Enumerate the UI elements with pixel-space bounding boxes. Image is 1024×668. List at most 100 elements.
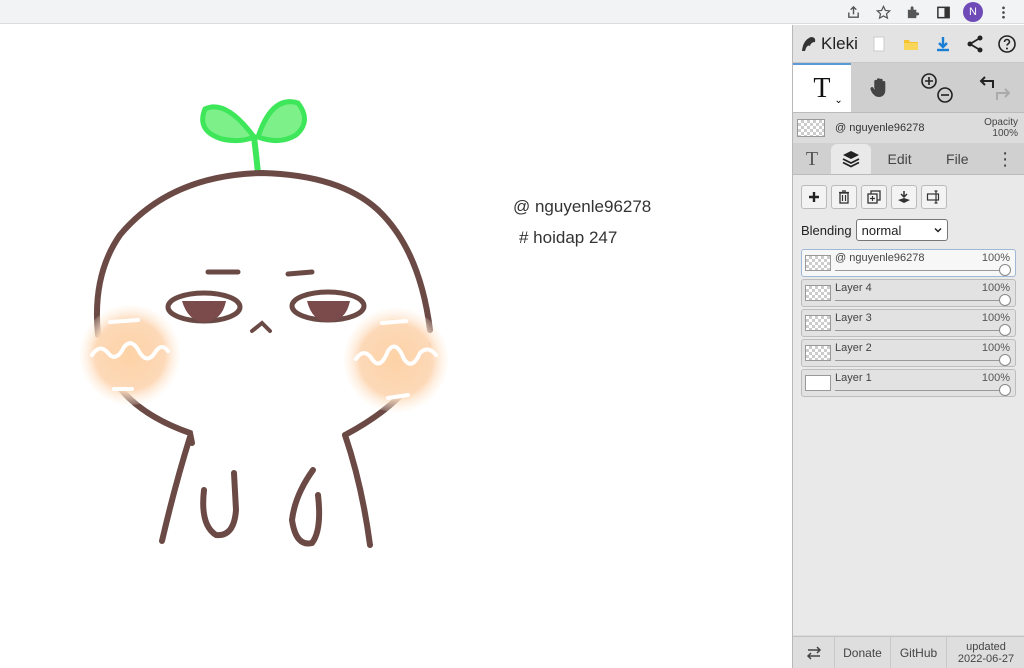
layer-opacity-track[interactable] xyxy=(835,300,1009,301)
zoom-icons xyxy=(921,72,954,103)
plus-icon xyxy=(809,192,819,202)
layer-name: Layer 2 xyxy=(835,342,872,354)
side-panel-icon[interactable] xyxy=(928,0,958,24)
blending-select[interactable]: normal xyxy=(855,219,948,241)
layer-item[interactable]: @ nguyenle96278 100% xyxy=(801,249,1016,277)
layer-thumbnail xyxy=(805,285,831,301)
tab-file[interactable]: File xyxy=(928,144,986,174)
download-button[interactable] xyxy=(927,25,959,63)
layer-opacity-track[interactable] xyxy=(835,330,1009,331)
layer-name: Layer 1 xyxy=(835,372,872,384)
panel-tabs: T Edit File ⋮ xyxy=(793,143,1024,175)
layer-opacity-value: 100% xyxy=(981,312,1010,324)
chevron-down-icon xyxy=(934,227,942,233)
extensions-puzzle-icon[interactable] xyxy=(898,0,928,24)
delete-layer-button[interactable] xyxy=(831,185,857,209)
donate-link[interactable]: Donate xyxy=(835,637,891,668)
layer-name: Layer 4 xyxy=(835,282,872,294)
layer-item[interactable]: Layer 3 100% xyxy=(801,309,1016,337)
open-file-button[interactable] xyxy=(895,25,927,63)
layer-opacity-knob[interactable] xyxy=(999,294,1011,306)
help-button[interactable] xyxy=(991,25,1023,63)
app-name: Kleki xyxy=(821,33,858,53)
rename-field-icon xyxy=(926,190,940,204)
layer-opacity-track[interactable] xyxy=(835,360,1009,361)
hand-tool-button[interactable] xyxy=(851,63,909,112)
drawing-canvas[interactable]: @ nguyenle96278 # hoidap 247 xyxy=(0,25,792,668)
tab-edit[interactable]: Edit xyxy=(871,144,929,174)
rename-layer-button[interactable] xyxy=(921,185,947,209)
panel-footer: Donate GitHub updated 2022-06-27 xyxy=(793,636,1024,668)
text-tool-button[interactable]: T ⌄ xyxy=(793,63,851,112)
blending-label: Blending xyxy=(801,222,852,238)
layer-item[interactable]: Layer 1 100% xyxy=(801,369,1016,397)
layer-opacity-value: 100% xyxy=(981,342,1010,354)
add-layer-button[interactable] xyxy=(801,185,827,209)
profile-avatar-button[interactable]: N xyxy=(958,0,988,24)
duplicate-icon xyxy=(867,190,881,204)
layer-opacity-knob[interactable] xyxy=(999,264,1011,276)
new-file-button[interactable] xyxy=(863,25,895,63)
trash-icon xyxy=(839,190,849,204)
layers-icon xyxy=(842,151,860,168)
star-bookmark-icon[interactable] xyxy=(868,0,898,24)
layer-actions xyxy=(801,185,1016,209)
updated-label: updated xyxy=(966,640,1006,653)
current-layer-opacity[interactable]: Opacity 100% xyxy=(984,117,1024,139)
merge-down-button[interactable] xyxy=(891,185,917,209)
character-drawing xyxy=(80,99,448,548)
opacity-value: 100% xyxy=(992,128,1018,139)
kleki-logo-icon xyxy=(802,36,816,51)
layer-thumbnail xyxy=(805,345,831,361)
download-icon xyxy=(937,36,949,51)
kleki-logo: Kleki xyxy=(793,34,863,54)
tab-layers[interactable] xyxy=(830,144,871,174)
layer-item[interactable]: Layer 4 100% xyxy=(801,279,1016,307)
current-layer-header: @ nguyenle96278 Opacity 100% xyxy=(793,113,1024,143)
layer-list: @ nguyenle96278 100% Layer 4 100% Layer … xyxy=(801,249,1016,397)
swap-side-button[interactable] xyxy=(793,637,835,668)
blank-page-icon xyxy=(873,36,885,51)
share-button[interactable] xyxy=(959,25,991,63)
duplicate-layer-button[interactable] xyxy=(861,185,887,209)
layer-thumbnail xyxy=(805,315,831,331)
zoom-in-icon[interactable] xyxy=(921,72,938,89)
more-vertical-icon[interactable] xyxy=(988,0,1018,24)
undo-icon[interactable] xyxy=(979,75,995,88)
app-toolbar: Kleki xyxy=(793,25,1024,63)
tab-text-tool[interactable]: T xyxy=(793,144,831,174)
undo-redo-buttons xyxy=(966,63,1024,112)
github-link[interactable]: GitHub xyxy=(891,637,947,668)
folder-icon xyxy=(904,39,918,50)
share-nodes-icon xyxy=(967,35,983,52)
undo-redo-icons xyxy=(979,75,1011,100)
updated-date: 2022-06-27 xyxy=(957,652,1015,665)
blending-value: normal xyxy=(861,222,902,238)
redo-icon[interactable] xyxy=(996,87,1011,100)
kleki-side-panel: Kleki T ⌄ @ nguyenle96278 Opacity 100% T… xyxy=(792,25,1024,668)
layer-opacity-knob[interactable] xyxy=(999,384,1011,396)
browser-toolbar: N xyxy=(0,0,1024,24)
more-options-icon[interactable]: ⋮ xyxy=(986,144,1024,174)
layer-opacity-track[interactable] xyxy=(835,270,1009,271)
canvas-text-hashtag: # hoidap 247 xyxy=(519,228,618,247)
hand-icon xyxy=(870,77,885,97)
layer-opacity-track[interactable] xyxy=(835,390,1009,391)
layer-opacity-value: 100% xyxy=(981,252,1010,264)
layer-opacity-knob[interactable] xyxy=(999,324,1011,336)
chevron-down-icon: ⌄ xyxy=(834,95,843,106)
layer-thumbnail xyxy=(805,375,831,391)
current-layer-name: @ nguyenle96278 xyxy=(835,122,925,134)
layer-opacity-value: 100% xyxy=(981,282,1010,294)
swap-arrows-icon xyxy=(806,645,821,660)
updated-info[interactable]: updated 2022-06-27 xyxy=(947,637,1024,668)
layer-item[interactable]: Layer 2 100% xyxy=(801,339,1016,367)
layer-opacity-knob[interactable] xyxy=(999,354,1011,366)
share-icon[interactable] xyxy=(838,0,868,24)
zoom-out-icon[interactable] xyxy=(937,86,954,103)
layer-thumbnail xyxy=(805,255,831,271)
layer-opacity-value: 100% xyxy=(981,372,1010,384)
layers-panel: Blending normal @ nguyenle96278 100% Lay… xyxy=(793,175,1024,635)
merge-down-icon xyxy=(898,191,910,203)
zoom-buttons xyxy=(909,63,967,112)
